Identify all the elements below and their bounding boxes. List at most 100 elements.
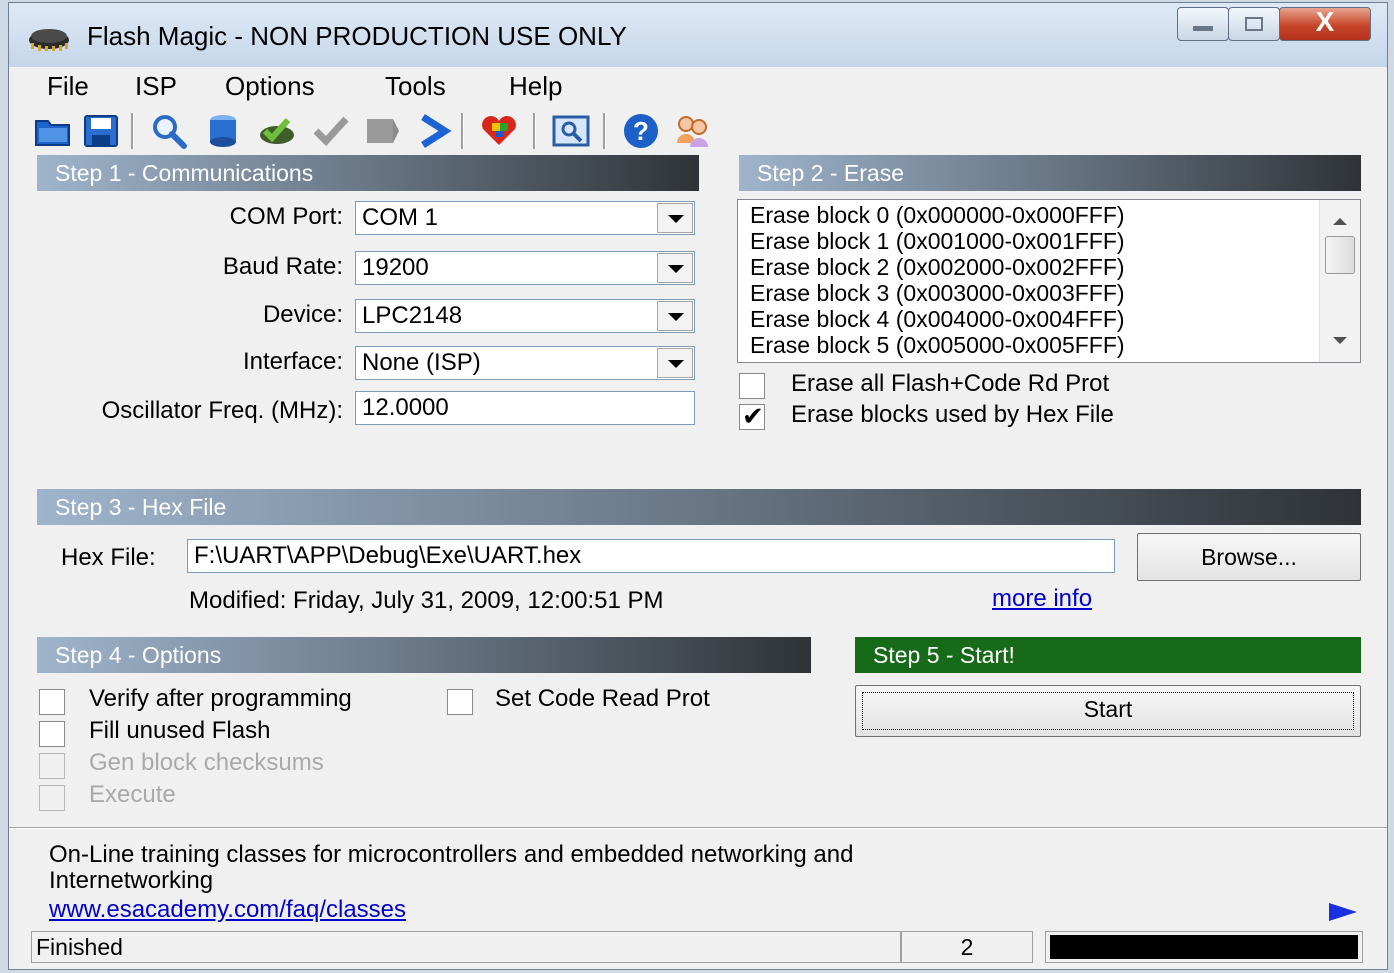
device-select[interactable]: LPC2148 (355, 299, 695, 333)
scroll-thumb[interactable] (1325, 236, 1355, 274)
esacademy-link[interactable]: www.esacademy.com/faq/classes (49, 896, 406, 924)
open-folder-icon[interactable] (33, 111, 73, 151)
oscillator-field[interactable]: 12.0000 (355, 391, 695, 425)
step1-header: Step 1 - Communications (37, 155, 699, 191)
execute-checkbox (39, 785, 65, 811)
hex-file-field[interactable]: F:\UART\APP\Debug\Exe\UART.hex (187, 539, 1115, 573)
go-icon[interactable] (413, 111, 453, 151)
step5-header: Step 5 - Start! (855, 637, 1361, 673)
start-button[interactable]: Start (855, 685, 1361, 737)
gen-checksums-label: Gen block checksums (89, 749, 324, 776)
list-item[interactable]: Erase block 0 (0x000000-0x000FFF) (750, 202, 1125, 228)
interface-select[interactable]: None (ISP) (355, 346, 695, 380)
device-value: LPC2148 (362, 302, 463, 329)
ad-text-line2: Internetworking (49, 867, 214, 894)
title-bar[interactable]: Flash Magic - NON PRODUCTION USE ONLY X (9, 3, 1387, 67)
step4-header: Step 4 - Options (37, 637, 811, 673)
verify-icon[interactable] (311, 111, 351, 151)
scroll-up-icon[interactable] (1333, 218, 1347, 225)
hex-file-label: Hex File: (61, 544, 156, 571)
menu-isp[interactable]: ISP (135, 71, 177, 102)
toolbar: ? (9, 107, 1387, 155)
view-icon[interactable] (551, 111, 591, 151)
interface-label: Interface: (242, 348, 343, 375)
chip-icon (29, 29, 69, 51)
gen-checksums-checkbox (39, 753, 65, 779)
erase-all-checkbox[interactable] (739, 373, 765, 399)
erase-used-checkbox[interactable]: ✔ (739, 401, 765, 431)
list-item[interactable]: Erase block 5 (0x005000-0x005FFF) (750, 332, 1125, 358)
step3-header: Step 3 - Hex File (37, 489, 1361, 525)
blank-check-icon[interactable] (203, 111, 243, 151)
verify-checkbox[interactable] (39, 689, 65, 715)
window-title: Flash Magic - NON PRODUCTION USE ONLY (87, 21, 627, 51)
minimize-button[interactable] (1177, 7, 1229, 41)
com-port-value: COM 1 (362, 204, 439, 231)
status-text: Finished (31, 931, 901, 963)
fill-unused-checkbox[interactable] (39, 721, 65, 747)
progress-bar (1045, 931, 1363, 963)
close-icon: X (1315, 6, 1335, 37)
menu-file[interactable]: File (47, 71, 89, 102)
chevron-down-icon[interactable] (657, 203, 693, 233)
play-arrow-icon[interactable] (1327, 901, 1359, 923)
ad-text-line1: On-Line training classes for microcontro… (49, 841, 854, 868)
list-item[interactable]: Erase block 1 (0x001000-0x001FFF) (750, 228, 1125, 254)
erase-block-list[interactable]: Erase block 0 (0x000000-0x000FFF) Erase … (737, 199, 1361, 363)
set-crp-label: Set Code Read Prot (495, 685, 710, 712)
list-item[interactable]: Erase block 3 (0x003000-0x003FFF) (750, 280, 1125, 306)
com-port-label: COM Port: (229, 203, 343, 230)
baud-rate-value: 19200 (362, 254, 429, 281)
toolbar-separator (533, 113, 536, 149)
scroll-down-icon[interactable] (1333, 337, 1347, 344)
device-label: Device: (262, 301, 343, 328)
help-icon[interactable]: ? (621, 111, 661, 151)
window-controls: X (1177, 6, 1371, 43)
erase-icon[interactable] (361, 111, 401, 151)
baud-rate-label: Baud Rate: (222, 253, 343, 280)
com-port-select[interactable]: COM 1 (355, 201, 695, 235)
users-icon[interactable] (673, 111, 713, 151)
toolbar-separator (603, 113, 606, 149)
chevron-down-icon[interactable] (657, 348, 693, 378)
interface-value: None (ISP) (362, 349, 481, 376)
maximize-icon (1245, 17, 1263, 31)
browse-button[interactable]: Browse... (1137, 533, 1361, 581)
chevron-down-icon[interactable] (657, 253, 693, 283)
save-icon[interactable] (81, 111, 121, 151)
toolbar-separator (461, 113, 464, 149)
checkmark-icon: ✔ (742, 401, 764, 431)
erase-used-label: Erase blocks used by Hex File (791, 401, 1114, 428)
set-crp-checkbox[interactable] (447, 689, 473, 715)
list-item[interactable]: Erase block 2 (0x002000-0x002FFF) (750, 254, 1125, 280)
fill-unused-label: Fill unused Flash (89, 717, 271, 744)
start-label: Start (1083, 696, 1133, 722)
menu-bar: File ISP Options Tools Help (9, 67, 1387, 107)
toolbar-separator (131, 113, 134, 149)
modified-text: Modified: Friday, July 31, 2009, 12:00:5… (189, 587, 664, 614)
svg-text:?: ? (633, 116, 649, 146)
menu-options[interactable]: Options (225, 71, 315, 102)
list-scrollbar[interactable] (1319, 200, 1360, 362)
hex-file-value: F:\UART\APP\Debug\Exe\UART.hex (194, 542, 582, 569)
search-icon[interactable] (149, 111, 189, 151)
list-item[interactable]: Erase block 4 (0x004000-0x004FFF) (750, 306, 1125, 332)
chevron-down-icon[interactable] (657, 301, 693, 331)
footer-divider (9, 827, 1387, 829)
flash-magic-window: Flash Magic - NON PRODUCTION USE ONLY X … (8, 2, 1388, 970)
maximize-button[interactable] (1228, 7, 1280, 41)
menu-tools[interactable]: Tools (385, 71, 446, 102)
oscillator-label: Oscillator Freq. (MHz): (101, 397, 343, 424)
verify-label: Verify after programming (89, 685, 352, 712)
close-button[interactable]: X (1279, 6, 1371, 41)
progress-track (1050, 935, 1358, 959)
program-icon[interactable] (257, 111, 297, 151)
baud-rate-select[interactable]: 19200 (355, 251, 695, 285)
settings-icon[interactable] (479, 111, 519, 151)
status-count: 2 (901, 931, 1033, 963)
more-info-link[interactable]: more info (992, 585, 1092, 613)
erase-all-label: Erase all Flash+Code Rd Prot (791, 370, 1110, 397)
minimize-icon (1193, 26, 1213, 31)
menu-help[interactable]: Help (509, 71, 562, 102)
execute-label: Execute (89, 781, 176, 808)
